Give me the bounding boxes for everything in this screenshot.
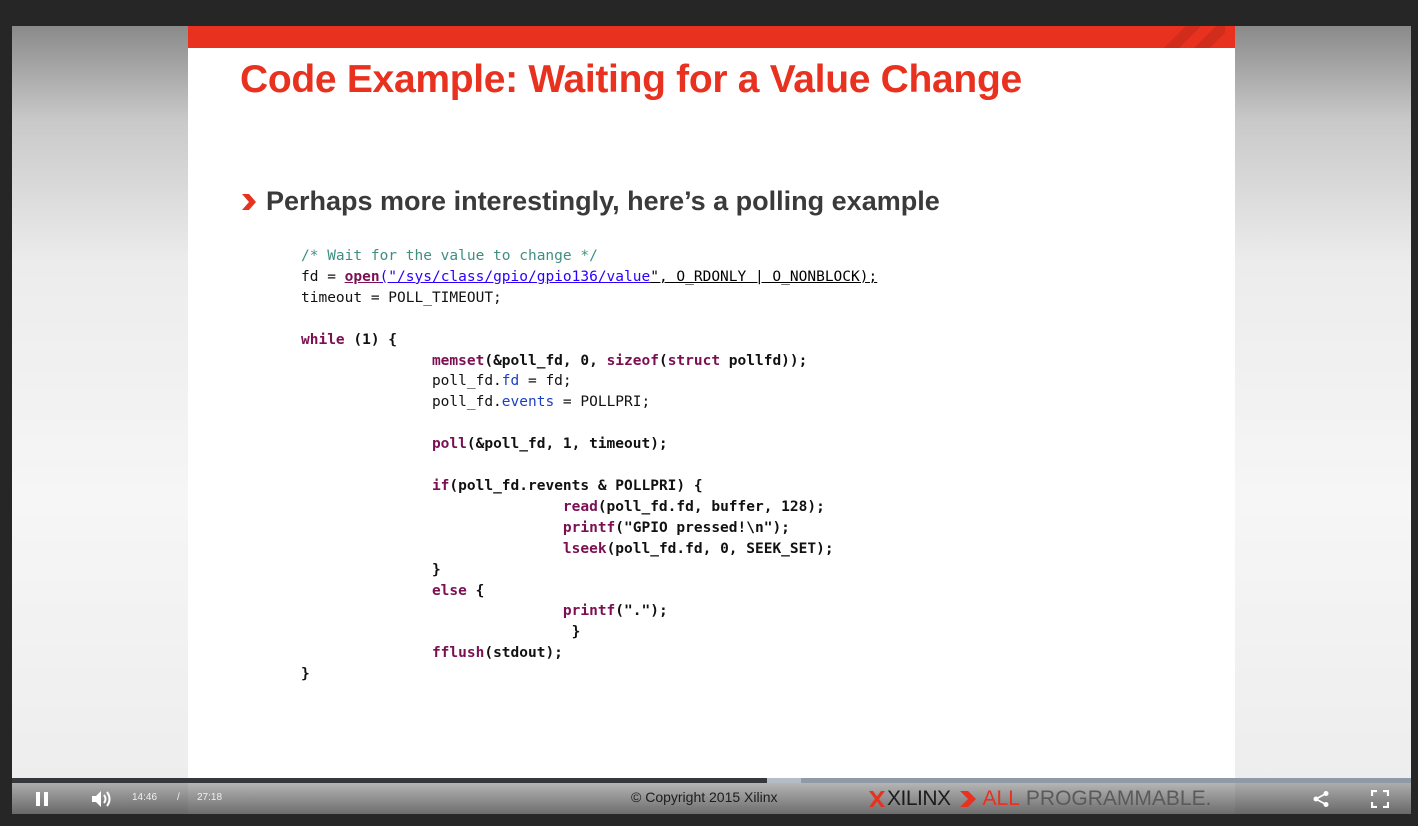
player-controls: 14:46 / 27:18 © Copyright 2015 Xilinx XI…	[12, 778, 1411, 814]
code-token: (stdout);	[484, 645, 563, 662]
share-icon	[1313, 790, 1329, 807]
code-keyword: poll	[431, 436, 467, 453]
code-path-link[interactable]: /sys/class/gpio/gpio136/value	[397, 269, 650, 285]
code-token: ("	[379, 268, 398, 285]
code-token: (	[615, 603, 625, 620]
video-player[interactable]: Code Example: Waiting for a Value Change…	[12, 26, 1411, 814]
code-field: fd	[685, 540, 703, 557]
code-token: }	[431, 561, 441, 578]
code-keyword: if	[431, 477, 450, 494]
time-separator: /	[177, 792, 180, 803]
code-token: ", O_RDONLY | O_NONBLOCK);	[650, 268, 878, 285]
code-token: , buffer, 128);	[693, 498, 825, 515]
code-token: timeout = POLL_TIMEOUT;	[301, 289, 502, 306]
code-token: {	[466, 582, 485, 599]
code-keyword: memset	[431, 352, 485, 369]
code-keyword: struct	[667, 352, 721, 369]
code-token: = fd;	[519, 373, 572, 390]
slide-top-bar-decoration	[1145, 26, 1225, 48]
slide-top-bar	[188, 26, 1235, 48]
code-token: (poll_fd.	[449, 477, 528, 494]
duration: 27:18	[197, 792, 223, 803]
code-token: fd =	[301, 268, 345, 285]
brand-tag-all: ALL	[982, 787, 1020, 810]
code-keyword: lseek	[562, 540, 607, 557]
code-token: }	[571, 624, 581, 641]
code-keyword: read	[562, 498, 598, 515]
code-string: "GPIO pressed!\n"	[624, 519, 773, 536]
volume-icon	[92, 790, 111, 807]
code-comment: /* Wait for the value to change */	[301, 248, 598, 264]
fullscreen-button[interactable]	[1367, 783, 1393, 814]
code-token: );	[650, 603, 668, 620]
code-token: (poll_fd.	[606, 540, 686, 557]
fullscreen-icon	[1371, 789, 1389, 808]
code-token: }	[301, 666, 310, 683]
bullet-row: Perhaps more interestingly, here’s a pol…	[240, 186, 940, 217]
chevron-right-icon	[242, 193, 256, 210]
code-token: (1) {	[344, 331, 398, 348]
pause-button[interactable]	[28, 783, 56, 814]
slide-title: Code Example: Waiting for a Value Change	[240, 58, 1022, 101]
share-button[interactable]	[1308, 783, 1334, 814]
code-token: (&poll_fd, 1, timeout);	[466, 436, 668, 453]
control-bar: 14:46 / 27:18 © Copyright 2015 Xilinx XI…	[12, 783, 1411, 814]
volume-button[interactable]	[88, 783, 116, 814]
code-token: = POLLPRI;	[554, 394, 651, 411]
brand-tag-programmable: PROGRAMMABLE.	[1025, 787, 1212, 810]
pause-icon	[36, 791, 48, 806]
code-keyword: while	[301, 331, 345, 348]
code-keyword: else	[431, 582, 467, 599]
code-token: poll_fd.	[431, 394, 502, 411]
code-string: "."	[624, 603, 651, 620]
code-field: revents	[528, 477, 590, 494]
bullet-text: Perhaps more interestingly, here’s a pol…	[266, 186, 940, 216]
xilinx-mark-icon	[869, 791, 885, 807]
code-token: );	[772, 519, 790, 536]
code-field: fd	[676, 498, 694, 515]
code-field: events	[501, 394, 555, 411]
code-token: , 0, SEEK_SET);	[702, 540, 834, 557]
code-token: pollfd));	[720, 352, 808, 369]
current-time: 14:46	[132, 792, 158, 803]
brand-name: XILINX	[887, 787, 951, 810]
code-token: (	[658, 352, 668, 369]
code-token: & POLLPRI) {	[589, 477, 703, 494]
copyright: © Copyright 2015 Xilinx	[631, 789, 778, 805]
slide: Code Example: Waiting for a Value Change…	[188, 26, 1235, 814]
brand-chevron-icon	[959, 791, 976, 807]
code-token: poll_fd.	[431, 373, 502, 390]
code-field: fd	[501, 373, 520, 390]
code-keyword: fflush	[431, 645, 485, 662]
code-token: (	[615, 519, 625, 536]
code-block: /* Wait for the value to change */ fd = …	[301, 246, 877, 685]
code-keyword: printf	[562, 603, 616, 620]
code-token: (poll_fd.	[597, 498, 677, 515]
code-token: (&poll_fd, 0,	[484, 352, 607, 369]
xilinx-logo: XILINX ALL PROGRAMMABLE.	[867, 787, 1211, 811]
code-keyword: printf	[562, 519, 616, 536]
code-keyword: sizeof	[606, 352, 659, 369]
code-keyword: open	[344, 268, 380, 285]
